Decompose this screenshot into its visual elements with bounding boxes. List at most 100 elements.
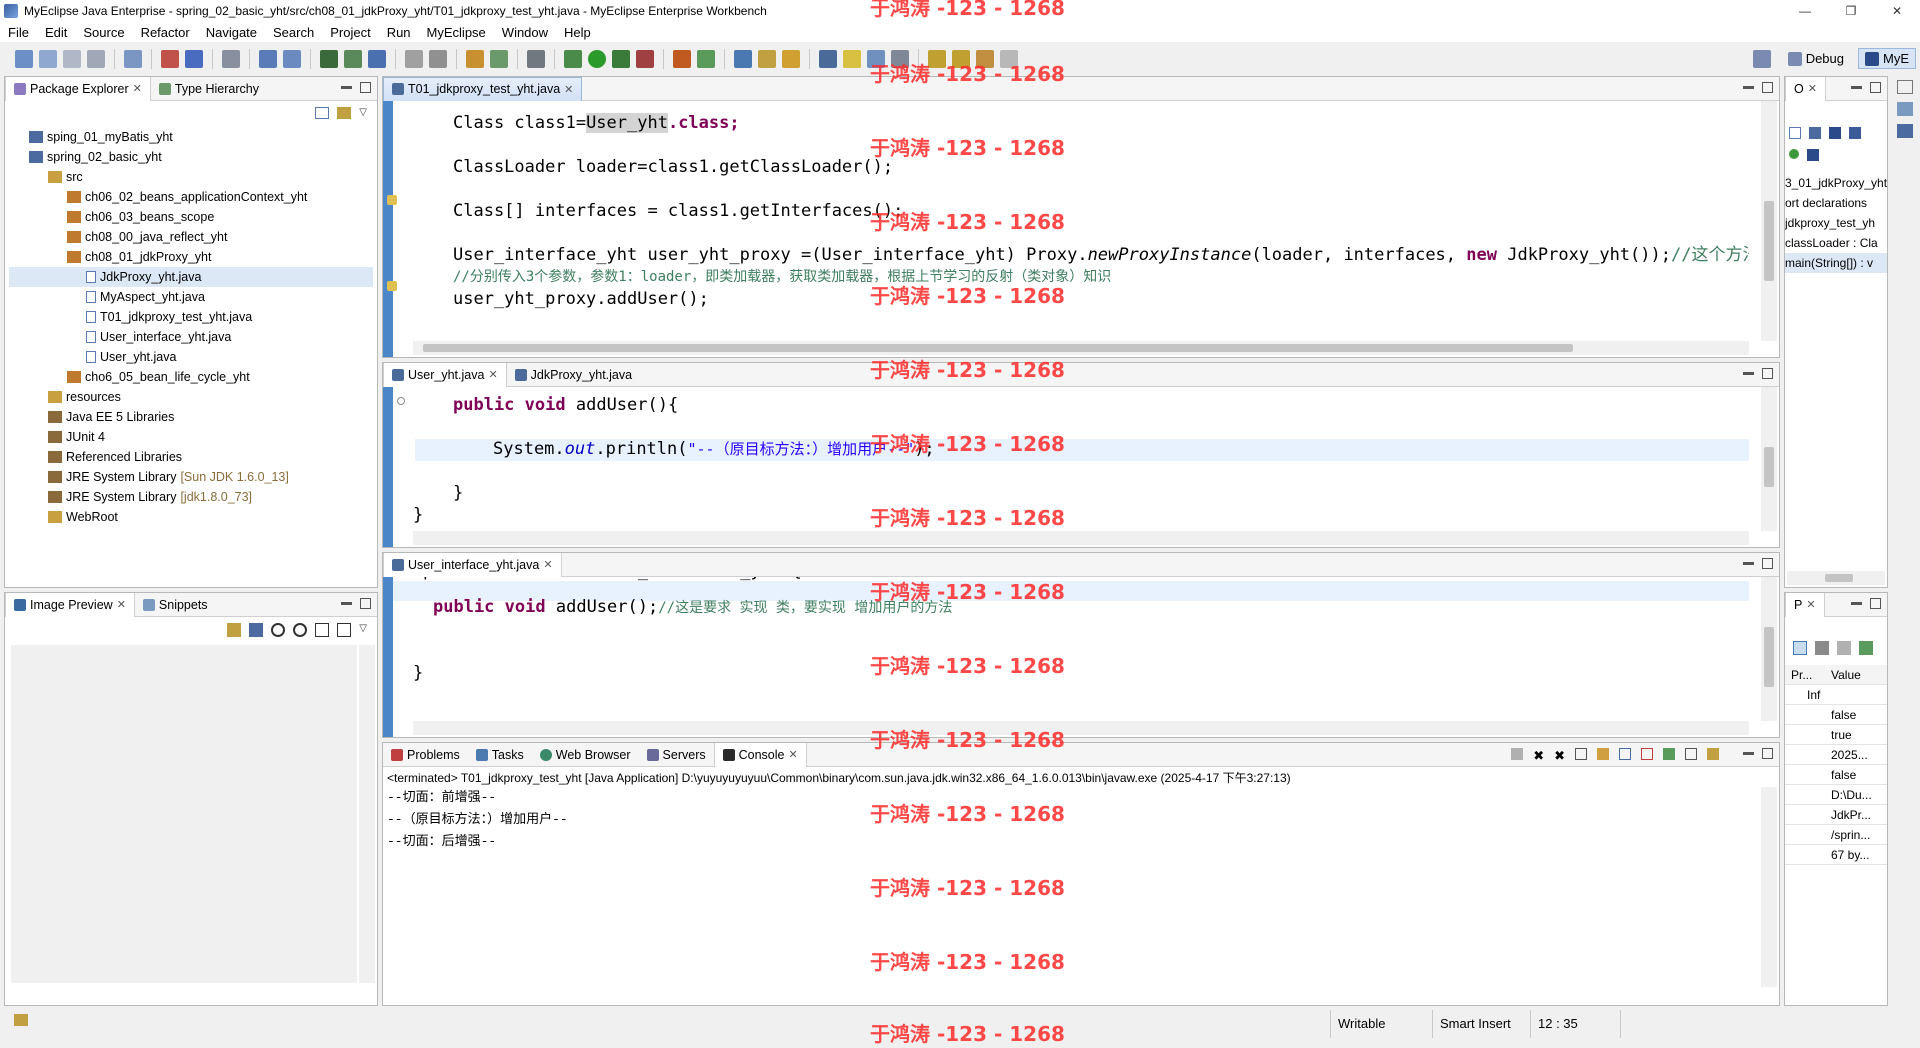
maximize-view-icon[interactable] — [360, 598, 371, 609]
new-package-icon[interactable] — [490, 50, 508, 68]
tree-item[interactable]: User_yht.java — [9, 347, 373, 367]
minimize-view-icon[interactable] — [341, 86, 352, 89]
maximize-view-icon[interactable] — [360, 82, 371, 93]
new-class-icon[interactable] — [673, 50, 691, 68]
minimize-view-icon[interactable] — [1743, 372, 1754, 375]
restore-default-icon[interactable] — [1859, 641, 1873, 655]
perspective-myeclipse[interactable]: MyE — [1858, 48, 1916, 69]
previous-annotation-icon[interactable] — [952, 50, 970, 68]
property-row[interactable]: false — [1785, 705, 1887, 725]
fold-icon[interactable] — [397, 397, 405, 405]
tree-item[interactable]: resources — [9, 387, 373, 407]
scroll-thumb[interactable] — [1764, 447, 1774, 487]
menu-window[interactable]: Window — [494, 25, 556, 40]
next-annotation-icon[interactable] — [928, 50, 946, 68]
maximize-view-icon[interactable] — [1762, 748, 1773, 759]
open-project-icon[interactable] — [124, 50, 142, 68]
minimize-icon[interactable]: — — [1782, 0, 1828, 22]
build-icon[interactable] — [429, 50, 447, 68]
property-row[interactable]: JdkPr... — [1785, 805, 1887, 825]
web-browser-icon[interactable] — [368, 50, 386, 68]
tab-outline[interactable]: O ✕ — [1785, 76, 1826, 101]
tree-item[interactable]: User_interface_yht.java — [9, 327, 373, 347]
maximize-view-icon[interactable] — [1870, 82, 1881, 93]
clear-console-icon[interactable] — [1575, 748, 1587, 760]
hide-static-icon[interactable] — [1849, 127, 1861, 139]
new-wizard-icon[interactable] — [259, 50, 277, 68]
menu-source[interactable]: Source — [75, 25, 132, 40]
menu-refactor[interactable]: Refactor — [133, 25, 198, 40]
skip-breakpoints-icon[interactable] — [405, 50, 423, 68]
hide-local-types-icon[interactable] — [1807, 149, 1819, 161]
maximize-icon[interactable]: ❐ — [1828, 0, 1874, 22]
restore-view-icon[interactable] — [1897, 80, 1913, 94]
minimize-view-icon[interactable] — [1743, 86, 1754, 89]
tree-item[interactable]: Java EE 5 Libraries — [9, 407, 373, 427]
print-icon[interactable] — [87, 50, 105, 68]
tree-item[interactable]: T01_jdkproxy_test_yht.java — [9, 307, 373, 327]
close-icon[interactable]: ✕ — [133, 82, 142, 95]
close-icon[interactable]: ✕ — [488, 368, 497, 381]
search-file-icon[interactable] — [758, 50, 776, 68]
menu-search[interactable]: Search — [265, 25, 322, 40]
tab-problems[interactable]: Problems — [383, 743, 468, 767]
editor-t01-vscroll[interactable] — [1761, 101, 1777, 341]
hide-fields-icon[interactable] — [1829, 127, 1841, 139]
close-icon[interactable]: ✕ — [543, 558, 552, 571]
perspective-debug[interactable]: Debug — [1782, 49, 1850, 68]
tree-item[interactable]: JdkProxy_yht.java — [9, 267, 373, 287]
outline-hscroll[interactable] — [1787, 571, 1885, 585]
hide-non-public-icon[interactable] — [1789, 149, 1799, 159]
block-selection-icon[interactable] — [867, 50, 885, 68]
run-icon[interactable] — [588, 50, 606, 68]
property-row[interactable]: 2025... — [1785, 745, 1887, 765]
toggle-markers-icon[interactable] — [819, 50, 837, 68]
menu-myeclipse[interactable]: MyEclipse — [419, 25, 494, 40]
external-tools-icon[interactable] — [636, 50, 654, 68]
collapse-all-icon[interactable] — [1789, 127, 1801, 139]
actual-size-icon[interactable] — [315, 623, 330, 637]
tree-item[interactable]: JRE System Library [jdk1.8.0_73] — [9, 487, 373, 507]
debug-icon[interactable] — [564, 50, 582, 68]
tree-item[interactable]: spring_02_basic_yht — [9, 147, 373, 167]
scroll-thumb[interactable] — [1825, 574, 1853, 582]
tab-type-hierarchy[interactable]: Type Hierarchy — [151, 77, 267, 101]
open-type-hierarchy-icon[interactable] — [734, 50, 752, 68]
save-icon[interactable] — [39, 50, 57, 68]
open-resource-icon[interactable] — [344, 50, 362, 68]
menu-help[interactable]: Help — [556, 25, 599, 40]
search-icon[interactable] — [283, 50, 301, 68]
tab-servers[interactable]: Servers — [639, 743, 714, 767]
remove-launch-icon[interactable]: ✖ — [1533, 748, 1544, 764]
tab-package-explorer[interactable]: Package Explorer ✕ — [5, 76, 151, 101]
tab-properties[interactable]: P ✕ — [1785, 592, 1825, 617]
scroll-lock-icon[interactable] — [1597, 748, 1609, 760]
menu-edit[interactable]: Edit — [37, 25, 75, 40]
zoom-out-icon[interactable] — [271, 623, 286, 637]
menu-navigate[interactable]: Navigate — [198, 25, 265, 40]
menu-file[interactable]: File — [0, 25, 37, 40]
tree-item[interactable]: ch08_01_jdkProxy_yht — [9, 247, 373, 267]
open-perspective-icon[interactable] — [1752, 49, 1771, 68]
link-icon[interactable] — [227, 623, 242, 637]
property-row[interactable]: 67 by... — [1785, 845, 1887, 865]
console-vscroll[interactable] — [1761, 787, 1777, 987]
property-row[interactable]: /sprin... — [1785, 825, 1887, 845]
tab-console[interactable]: Console ✕ — [713, 742, 807, 767]
tab-web-browser[interactable]: Web Browser — [532, 743, 639, 767]
show-advanced-icon[interactable] — [1815, 641, 1829, 655]
editor-user-interface-hscroll[interactable] — [413, 721, 1749, 735]
show-stdout-icon[interactable] — [1619, 748, 1631, 760]
image-preview-vscroll[interactable] — [359, 645, 375, 983]
tree-item[interactable]: ch08_00_java_reflect_yht — [9, 227, 373, 247]
open-console-icon[interactable] — [1707, 748, 1719, 760]
filter-icon[interactable] — [1837, 641, 1851, 655]
forward-icon[interactable] — [1000, 50, 1018, 68]
collapse-all-icon[interactable] — [315, 107, 330, 119]
view-menu-icon[interactable]: ▽ — [359, 107, 367, 119]
tree-item[interactable]: src — [9, 167, 373, 187]
tree-item[interactable]: JRE System Library [Sun JDK 1.6.0_13] — [9, 467, 373, 487]
editor-user-yht-code[interactable]: public void addUser(){ System.out.printl… — [393, 387, 1749, 531]
close-icon[interactable]: ✕ — [1874, 0, 1920, 22]
view-menu-icon[interactable]: ▽ — [359, 623, 367, 637]
